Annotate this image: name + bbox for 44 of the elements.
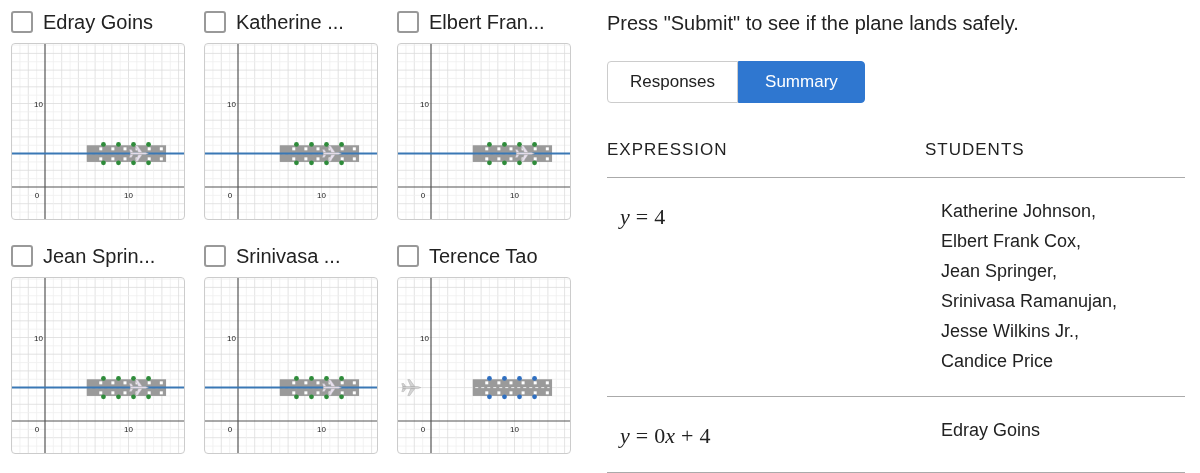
axis-label: 10 xyxy=(510,425,519,434)
instruction-text: Press "Submit" to see if the plane lands safely. xyxy=(607,11,1020,36)
axis-label: 10 xyxy=(510,191,519,200)
axis-label: 10 xyxy=(34,99,43,109)
student-name: Terence Tao xyxy=(429,244,538,269)
student-name: Jesse Wilkins Jr., xyxy=(941,319,1080,343)
axis-label: 10 xyxy=(124,425,133,434)
axis-label: 10 xyxy=(317,191,326,200)
tab[interactable]: Responses xyxy=(607,61,739,103)
checkbox[interactable] xyxy=(397,245,419,267)
student-name: Srinivasa Ramanujan, xyxy=(941,289,1118,313)
student-name: Srinivasa ... xyxy=(236,244,341,269)
column-header: EXPRESSION xyxy=(607,139,729,161)
student-name: Elbert Frank Cox, xyxy=(941,229,1082,253)
expression: y = 4 xyxy=(617,202,667,231)
axis-label: 0 xyxy=(420,425,426,434)
axis-label: 10 xyxy=(124,191,133,200)
axis-label: 0 xyxy=(34,191,40,200)
student-name: Candice Price xyxy=(941,349,1054,373)
axis-label: 10 xyxy=(317,425,326,434)
checkbox[interactable] xyxy=(397,11,419,33)
column-header: STUDENTS xyxy=(925,139,1025,161)
axis-label: 10 xyxy=(420,99,429,109)
student-name: Katherine ... xyxy=(236,10,344,35)
axis-label: 10 xyxy=(420,333,429,343)
student-name: Jean Springer, xyxy=(941,259,1058,283)
axis-label: 10 xyxy=(34,333,43,343)
axis-label: 10 xyxy=(227,333,236,343)
checkbox[interactable] xyxy=(204,245,226,267)
checkbox[interactable] xyxy=(11,245,33,267)
checkbox[interactable] xyxy=(204,11,226,33)
axis-label: 0 xyxy=(420,191,426,200)
axis-label: 0 xyxy=(34,425,40,434)
checkbox[interactable] xyxy=(11,11,33,33)
axis-label: 0 xyxy=(227,425,233,434)
student-name: Katherine Johnson, xyxy=(941,199,1097,223)
student-name: Elbert Fran... xyxy=(429,10,545,35)
axis-label: 0 xyxy=(227,191,233,200)
expression: y = 0x + 4 xyxy=(617,421,712,450)
student-name: Edray Goins xyxy=(43,10,154,35)
student-name: Jean Sprin... xyxy=(43,244,156,269)
student-name: Edray Goins xyxy=(941,418,1041,442)
tab[interactable]: Summary xyxy=(738,61,865,103)
axis-label: 10 xyxy=(227,99,236,109)
